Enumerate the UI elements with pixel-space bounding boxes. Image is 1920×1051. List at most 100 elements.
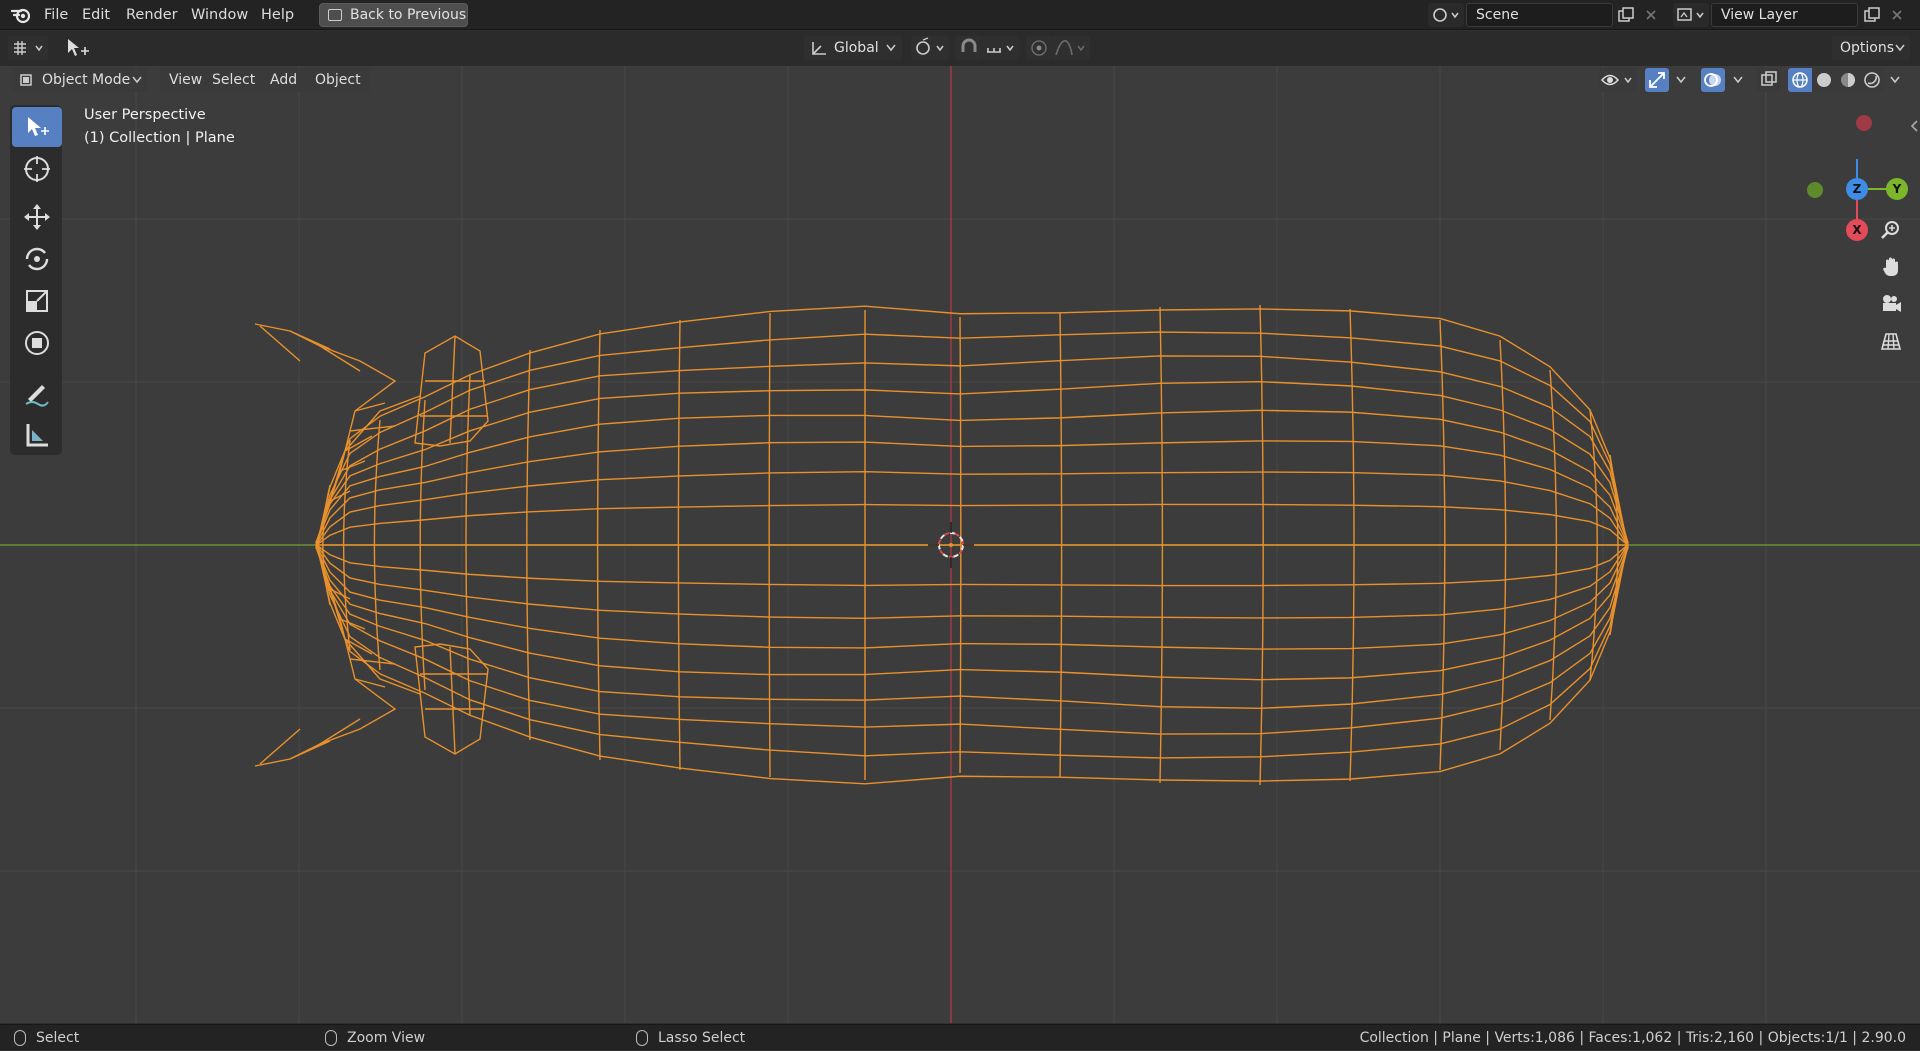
back-button-label: Back to Previous bbox=[350, 7, 467, 23]
xray-icon bbox=[1761, 71, 1777, 86]
menu-help[interactable]: Help bbox=[261, 0, 294, 30]
top-menu-bar: File Edit Render Window Help Back to Pre… bbox=[0, 0, 1920, 30]
object-mode-label: Object Mode bbox=[42, 72, 131, 88]
hand-icon bbox=[1883, 257, 1898, 276]
status-select-label: Select bbox=[36, 1030, 80, 1046]
snap-toggle[interactable] bbox=[955, 36, 983, 60]
viewport-perspective-label: User Perspective bbox=[84, 107, 206, 123]
shading-wireframe-button[interactable] bbox=[1788, 68, 1812, 92]
move-icon bbox=[24, 204, 50, 230]
delete-view-layer-icon[interactable] bbox=[1890, 8, 1904, 22]
transform-orientation-dropdown[interactable]: Global bbox=[804, 36, 902, 60]
new-view-layer-icon[interactable] bbox=[1863, 6, 1881, 24]
xray-toggle[interactable] bbox=[1757, 68, 1781, 92]
measure-ruler-icon bbox=[26, 424, 48, 447]
status-scene-stats: Collection | Plane | Verts:1,086 | Faces… bbox=[1359, 1030, 1906, 1046]
chevron-down-icon[interactable] bbox=[1676, 76, 1686, 84]
gizmo-z-axis[interactable]: Z bbox=[1846, 178, 1868, 200]
camera-icon bbox=[1883, 295, 1901, 312]
orientation-icon bbox=[812, 42, 826, 55]
options-dropdown[interactable]: Options bbox=[1832, 36, 1910, 60]
object-mode-dropdown[interactable]: Object Mode bbox=[12, 68, 147, 92]
overlays-icon bbox=[1704, 73, 1721, 87]
gizmo-toggle[interactable] bbox=[1645, 68, 1669, 92]
3d-cursor-icon bbox=[928, 522, 974, 568]
view-layer-name-field[interactable]: View Layer bbox=[1711, 3, 1858, 27]
shading-rendered-button[interactable] bbox=[1860, 68, 1884, 92]
status-lasso-hint: Lasso Select bbox=[636, 1025, 745, 1051]
back-to-previous-button[interactable]: Back to Previous bbox=[319, 3, 468, 27]
status-select-hint: Select bbox=[14, 1025, 79, 1051]
proportional-icon bbox=[1031, 40, 1047, 56]
measure-tool[interactable] bbox=[12, 415, 62, 455]
header-menu-object[interactable]: Object bbox=[306, 68, 370, 92]
shading-solid-button[interactable] bbox=[1812, 68, 1836, 92]
rotate-tool[interactable] bbox=[12, 239, 62, 279]
scale-icon bbox=[26, 290, 48, 312]
status-bar: Select Zoom View Lasso Select Collection… bbox=[0, 1024, 1920, 1050]
menu-edit[interactable]: Edit bbox=[82, 0, 110, 30]
back-icon bbox=[328, 9, 342, 21]
blender-logo-icon[interactable] bbox=[11, 6, 31, 24]
camera-view-button[interactable] bbox=[1874, 287, 1908, 321]
shading-material-button[interactable] bbox=[1836, 68, 1860, 92]
gizmo-y-axis[interactable]: Y bbox=[1886, 178, 1908, 200]
status-zoom-label: Zoom View bbox=[347, 1030, 426, 1046]
tool-select-icon[interactable] bbox=[64, 37, 92, 61]
menu-window[interactable]: Window bbox=[191, 0, 248, 30]
chevron-down-icon[interactable] bbox=[1733, 76, 1743, 84]
sidebar-toggle-icon[interactable] bbox=[1908, 118, 1920, 134]
chevron-down-icon bbox=[132, 76, 142, 84]
visibility-dropdown[interactable] bbox=[1599, 68, 1637, 92]
scene-name-field[interactable]: Scene bbox=[1466, 3, 1613, 27]
menu-file[interactable]: File bbox=[44, 0, 68, 30]
status-lasso-label: Lasso Select bbox=[658, 1030, 746, 1046]
snap-target-dropdown[interactable] bbox=[983, 36, 1019, 60]
scene-selector[interactable] bbox=[1428, 3, 1464, 27]
header-menu-add[interactable]: Add bbox=[261, 68, 307, 92]
ortho-toggle-button[interactable] bbox=[1874, 324, 1908, 358]
wireframe-sphere-icon bbox=[1792, 72, 1808, 88]
scale-tool[interactable] bbox=[12, 281, 62, 321]
new-scene-icon[interactable] bbox=[1617, 6, 1635, 24]
editor-type-selector[interactable] bbox=[8, 36, 48, 60]
material-sphere-icon bbox=[1841, 73, 1855, 87]
plane-mesh-wireframe bbox=[254, 304, 1629, 786]
annotate-pencil-icon bbox=[25, 385, 49, 407]
select-box-tool[interactable] bbox=[12, 107, 62, 147]
grid-icon bbox=[1880, 333, 1902, 350]
header-menu-select[interactable]: Select bbox=[203, 68, 265, 92]
move-tool[interactable] bbox=[12, 197, 62, 237]
view-layer-icon bbox=[1677, 8, 1704, 21]
pan-view-button[interactable] bbox=[1874, 250, 1908, 284]
tool-settings-bar: Global Options bbox=[0, 31, 1920, 66]
zoom-icon bbox=[1881, 221, 1899, 239]
menu-render[interactable]: Render bbox=[126, 0, 178, 30]
gizmo-neg-y-dot[interactable] bbox=[1807, 182, 1823, 198]
3d-viewport[interactable]: User Perspective (1) Collection | Plane … bbox=[0, 31, 1920, 1023]
options-label: Options bbox=[1840, 40, 1895, 56]
chevron-down-icon[interactable] bbox=[1890, 76, 1900, 84]
gizmo-x-axis[interactable]: X bbox=[1846, 219, 1868, 241]
proportional-falloff-dropdown[interactable] bbox=[1052, 36, 1090, 60]
object-mode-icon bbox=[20, 74, 32, 86]
delete-scene-icon[interactable] bbox=[1644, 8, 1658, 22]
scene-name: Scene bbox=[1476, 7, 1519, 23]
annotate-tool[interactable] bbox=[12, 373, 62, 413]
cursor-tool[interactable] bbox=[12, 149, 62, 189]
transform-icon bbox=[25, 331, 49, 355]
zoom-view-button[interactable] bbox=[1874, 213, 1908, 247]
pivot-point-dropdown[interactable] bbox=[911, 36, 949, 60]
transform-tool[interactable] bbox=[12, 323, 62, 363]
mouse-right-icon bbox=[636, 1030, 648, 1046]
mouse-left-icon bbox=[14, 1030, 26, 1046]
view-layer-selector[interactable] bbox=[1673, 3, 1709, 27]
solid-sphere-icon bbox=[1817, 73, 1831, 87]
overlays-toggle[interactable] bbox=[1701, 68, 1725, 92]
chevron-down-icon bbox=[886, 44, 896, 52]
mouse-middle-icon bbox=[325, 1030, 337, 1046]
viewport-collection-label: (1) Collection | Plane bbox=[84, 130, 235, 146]
gizmo-neg-z-dot[interactable] bbox=[1856, 115, 1872, 131]
falloff-curve-icon bbox=[1055, 39, 1085, 56]
proportional-editing-toggle[interactable] bbox=[1026, 36, 1052, 60]
